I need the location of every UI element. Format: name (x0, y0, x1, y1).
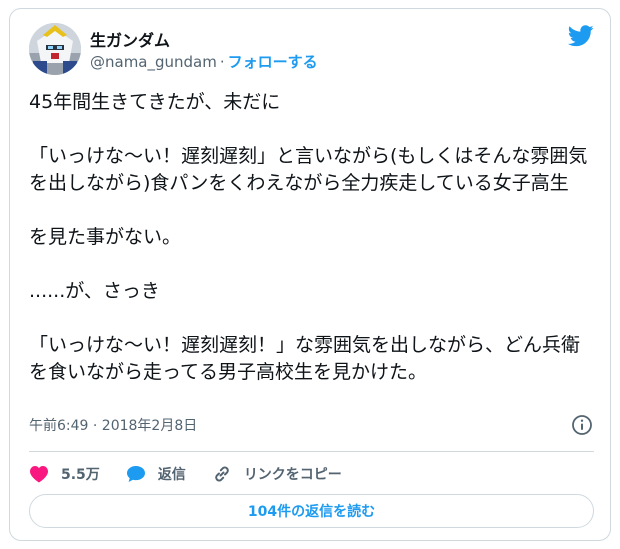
follow-button[interactable]: フォローする (228, 53, 318, 71)
tweet-card: 生ガンダム @nama_gundam · フォローする 45年間生きてきたが、未だに… (9, 8, 611, 541)
info-icon[interactable] (571, 414, 593, 436)
display-name[interactable]: 生ガンダム (90, 27, 170, 51)
separator-dot: · (219, 53, 225, 71)
avatar[interactable] (29, 23, 81, 75)
gundam-avatar-image (29, 23, 81, 75)
twitter-bird-icon[interactable] (568, 25, 594, 47)
tweet-text: 45年間生きてきたが、未だに 「いっけな〜い！遅刻遅刻」と言いながら(もしくはそ… (29, 91, 588, 383)
heart-icon (30, 466, 48, 483)
like-count: 5.5万 (61, 467, 100, 483)
tweet-timestamp[interactable]: 午前6:49 · 2018年2月8日 (29, 415, 197, 435)
divider (29, 451, 594, 452)
speech-bubble-icon (126, 466, 145, 482)
read-replies-button[interactable]: 104件の返信を読む (29, 494, 594, 528)
reply-button[interactable]: 返信 (126, 464, 186, 484)
handle-row: @nama_gundam · フォローする (90, 51, 318, 72)
like-button[interactable]: 5.5万 (29, 464, 100, 484)
reply-label: 返信 (157, 467, 186, 483)
copy-link-button[interactable]: リンクをコピー (212, 464, 342, 484)
link-icon (215, 466, 229, 482)
user-handle[interactable]: @nama_gundam (90, 53, 217, 71)
action-bar: 5.5万 返信 リンクをコピー (29, 461, 368, 487)
copy-link-label: リンクをコピー (243, 467, 342, 483)
